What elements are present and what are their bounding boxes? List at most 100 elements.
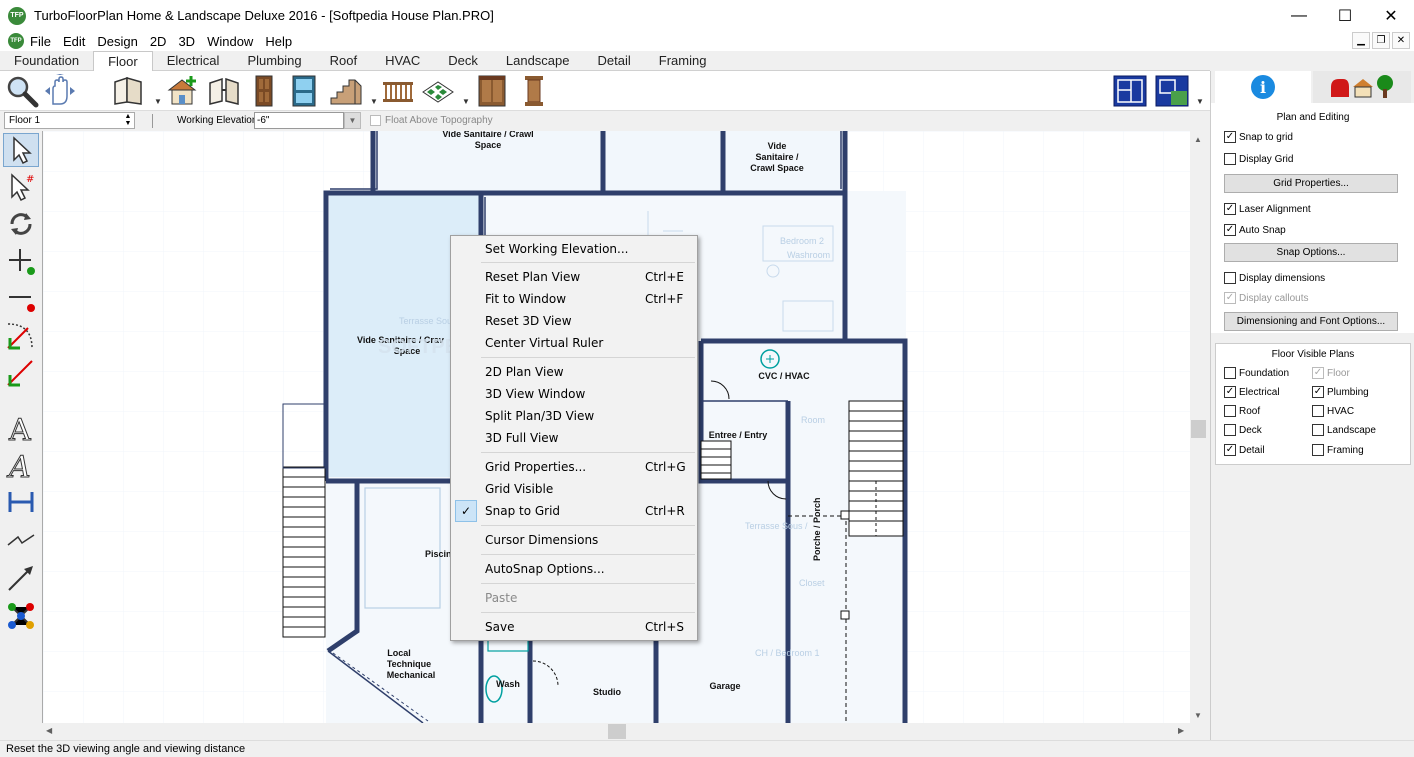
menu-item-3d-full-view[interactable]: 3D Full View bbox=[453, 427, 697, 449]
visible-hvac-row[interactable]: HVAC bbox=[1312, 405, 1354, 417]
minimize-button[interactable]: — bbox=[1276, 0, 1322, 31]
visible-framing-row[interactable]: Framing bbox=[1312, 444, 1364, 456]
break-line-icon[interactable] bbox=[3, 523, 39, 557]
document-logo-icon[interactable]: TFP bbox=[8, 33, 24, 49]
menu-item-fit-to-window[interactable]: Fit to Window Ctrl+F bbox=[453, 288, 697, 310]
visible-deck-row[interactable]: Deck bbox=[1224, 424, 1262, 436]
visible-foundation-row[interactable]: Foundation bbox=[1224, 367, 1289, 379]
menu-file[interactable]: File bbox=[24, 34, 57, 49]
dimension-tool-icon[interactable] bbox=[3, 485, 39, 519]
menu-design[interactable]: Design bbox=[91, 34, 143, 49]
floor-tile-icon[interactable] bbox=[420, 74, 456, 108]
menu-window[interactable]: Window bbox=[201, 34, 259, 49]
vertical-scrollbar[interactable]: ▲ ▼ bbox=[1190, 131, 1207, 723]
visible-landscape-checkbox[interactable] bbox=[1312, 424, 1324, 436]
select-multiple-icon[interactable]: # bbox=[3, 170, 39, 204]
add-point-icon[interactable] bbox=[3, 244, 39, 278]
rotate-icon[interactable] bbox=[3, 207, 39, 241]
menu-edit[interactable]: Edit bbox=[57, 34, 91, 49]
walls-tool-icon[interactable] bbox=[110, 74, 146, 108]
snap-to-grid-checkbox[interactable]: ✓ bbox=[1224, 131, 1236, 143]
scroll-right-icon[interactable]: ▶ bbox=[1178, 726, 1184, 735]
menu-item-split-plan-3d-view[interactable]: Split Plan/3D View bbox=[453, 405, 697, 427]
grid-properties-button[interactable]: Grid Properties... bbox=[1224, 174, 1398, 193]
float-topography-checkbox[interactable] bbox=[370, 115, 381, 126]
menu-item-center-virtual-ruler[interactable]: Center Virtual Ruler bbox=[453, 332, 697, 354]
cabinet-icon[interactable] bbox=[474, 74, 510, 108]
visible-detail-row[interactable]: ✓ Detail bbox=[1224, 444, 1265, 456]
working-elevation-input[interactable]: -6" bbox=[254, 112, 344, 129]
maximize-button[interactable]: ☐ bbox=[1322, 0, 1368, 31]
remove-point-icon[interactable] bbox=[3, 281, 39, 315]
menu-item-autosnap-options[interactable]: AutoSnap Options... bbox=[453, 558, 697, 580]
menu-item-cursor-dimensions[interactable]: Cursor Dimensions bbox=[453, 529, 697, 551]
visible-foundation-checkbox[interactable] bbox=[1224, 367, 1236, 379]
close-button[interactable]: ✕ bbox=[1368, 0, 1414, 31]
scroll-down-icon[interactable]: ▼ bbox=[1194, 711, 1202, 720]
snap-to-grid-row[interactable]: ✓ Snap to grid bbox=[1224, 131, 1293, 143]
room-divider-icon[interactable] bbox=[206, 74, 242, 108]
add-room-icon[interactable] bbox=[164, 74, 200, 108]
zoom-icon[interactable] bbox=[4, 74, 40, 108]
visible-detail-checkbox[interactable]: ✓ bbox=[1224, 444, 1236, 456]
tab-foundation[interactable]: Foundation bbox=[0, 51, 93, 71]
plan-view-icon[interactable] bbox=[1112, 74, 1148, 108]
tab-roof[interactable]: Roof bbox=[316, 51, 371, 71]
menu-help[interactable]: Help bbox=[259, 34, 298, 49]
visible-deck-checkbox[interactable] bbox=[1224, 424, 1236, 436]
laser-alignment-row[interactable]: ✓ Laser Alignment bbox=[1224, 203, 1311, 215]
arc-tool-icon[interactable] bbox=[3, 318, 39, 352]
menu-item-grid-properties[interactable]: Grid Properties... Ctrl+G bbox=[453, 456, 697, 478]
scroll-up-icon[interactable]: ▲ bbox=[1194, 135, 1202, 144]
column-icon[interactable] bbox=[516, 74, 552, 108]
tile-dropdown-icon[interactable]: ▼ bbox=[462, 97, 470, 106]
visible-plumbing-checkbox[interactable]: ✓ bbox=[1312, 386, 1324, 398]
walls-dropdown-icon[interactable]: ▼ bbox=[154, 97, 162, 106]
auto-snap-row[interactable]: ✓ Auto Snap bbox=[1224, 224, 1286, 236]
tab-info[interactable]: i bbox=[1215, 71, 1311, 103]
snap-options-button[interactable]: Snap Options... bbox=[1224, 243, 1398, 262]
horizontal-scrollbar[interactable]: ◀ ▶ bbox=[42, 723, 1190, 740]
visible-plumbing-row[interactable]: ✓ Plumbing bbox=[1312, 386, 1369, 398]
display-dimensions-checkbox[interactable] bbox=[1224, 272, 1236, 284]
tab-plumbing[interactable]: Plumbing bbox=[233, 51, 315, 71]
dimensioning-font-options-button[interactable]: Dimensioning and Font Options... bbox=[1224, 312, 1398, 331]
trim-tool-icon[interactable] bbox=[3, 355, 39, 389]
visible-landscape-row[interactable]: Landscape bbox=[1312, 424, 1376, 436]
tab-framing[interactable]: Framing bbox=[645, 51, 721, 71]
auto-snap-checkbox[interactable]: ✓ bbox=[1224, 224, 1236, 236]
menu-item-2d-plan-view[interactable]: 2D Plan View bbox=[453, 361, 697, 383]
menu-2d[interactable]: 2D bbox=[144, 34, 173, 49]
menu-3d[interactable]: 3D bbox=[172, 34, 201, 49]
visible-electrical-row[interactable]: ✓ Electrical bbox=[1224, 386, 1280, 398]
menu-item-reset-plan-view[interactable]: Reset Plan View Ctrl+E bbox=[453, 266, 697, 288]
view-dropdown-icon[interactable]: ▼ bbox=[1196, 97, 1204, 106]
arrow-tool-icon[interactable] bbox=[3, 561, 39, 595]
tab-landscape[interactable]: Landscape bbox=[492, 51, 584, 71]
visible-roof-checkbox[interactable] bbox=[1224, 405, 1236, 417]
text-tool-icon[interactable]: A bbox=[3, 411, 39, 445]
display-grid-checkbox[interactable] bbox=[1224, 153, 1236, 165]
tab-objects[interactable] bbox=[1313, 71, 1411, 103]
floor-spinner-icon[interactable]: ▲ ▼ bbox=[122, 113, 134, 128]
tab-floor[interactable]: Floor bbox=[93, 51, 153, 72]
display-grid-row[interactable]: Display Grid bbox=[1224, 153, 1293, 165]
vertical-scroll-thumb[interactable] bbox=[1191, 420, 1206, 438]
menu-item-snap-to-grid[interactable]: ✓ Snap to Grid Ctrl+R bbox=[453, 500, 697, 522]
mdi-minimize-button[interactable]: ▁ bbox=[1352, 32, 1370, 49]
select-arrow-icon[interactable] bbox=[3, 133, 39, 167]
display-dimensions-row[interactable]: Display dimensions bbox=[1224, 272, 1325, 284]
menu-item-set-working-elevation[interactable]: Set Working Elevation... bbox=[453, 238, 697, 260]
text-slanted-icon[interactable]: A bbox=[3, 448, 39, 482]
floor-selector[interactable]: Floor 1 ▲ ▼ bbox=[4, 112, 135, 129]
mdi-close-button[interactable]: ✕ bbox=[1392, 32, 1410, 49]
visible-roof-row[interactable]: Roof bbox=[1224, 405, 1260, 417]
railing-icon[interactable] bbox=[380, 74, 416, 108]
menu-item-3d-view-window[interactable]: 3D View Window bbox=[453, 383, 697, 405]
mdi-restore-button[interactable]: ❐ bbox=[1372, 32, 1390, 49]
connect-nodes-icon[interactable] bbox=[3, 599, 39, 633]
pan-hand-icon[interactable] bbox=[42, 74, 78, 108]
menu-item-reset-3d-view[interactable]: Reset 3D View bbox=[453, 310, 697, 332]
laser-alignment-checkbox[interactable]: ✓ bbox=[1224, 203, 1236, 215]
tab-deck[interactable]: Deck bbox=[434, 51, 492, 71]
